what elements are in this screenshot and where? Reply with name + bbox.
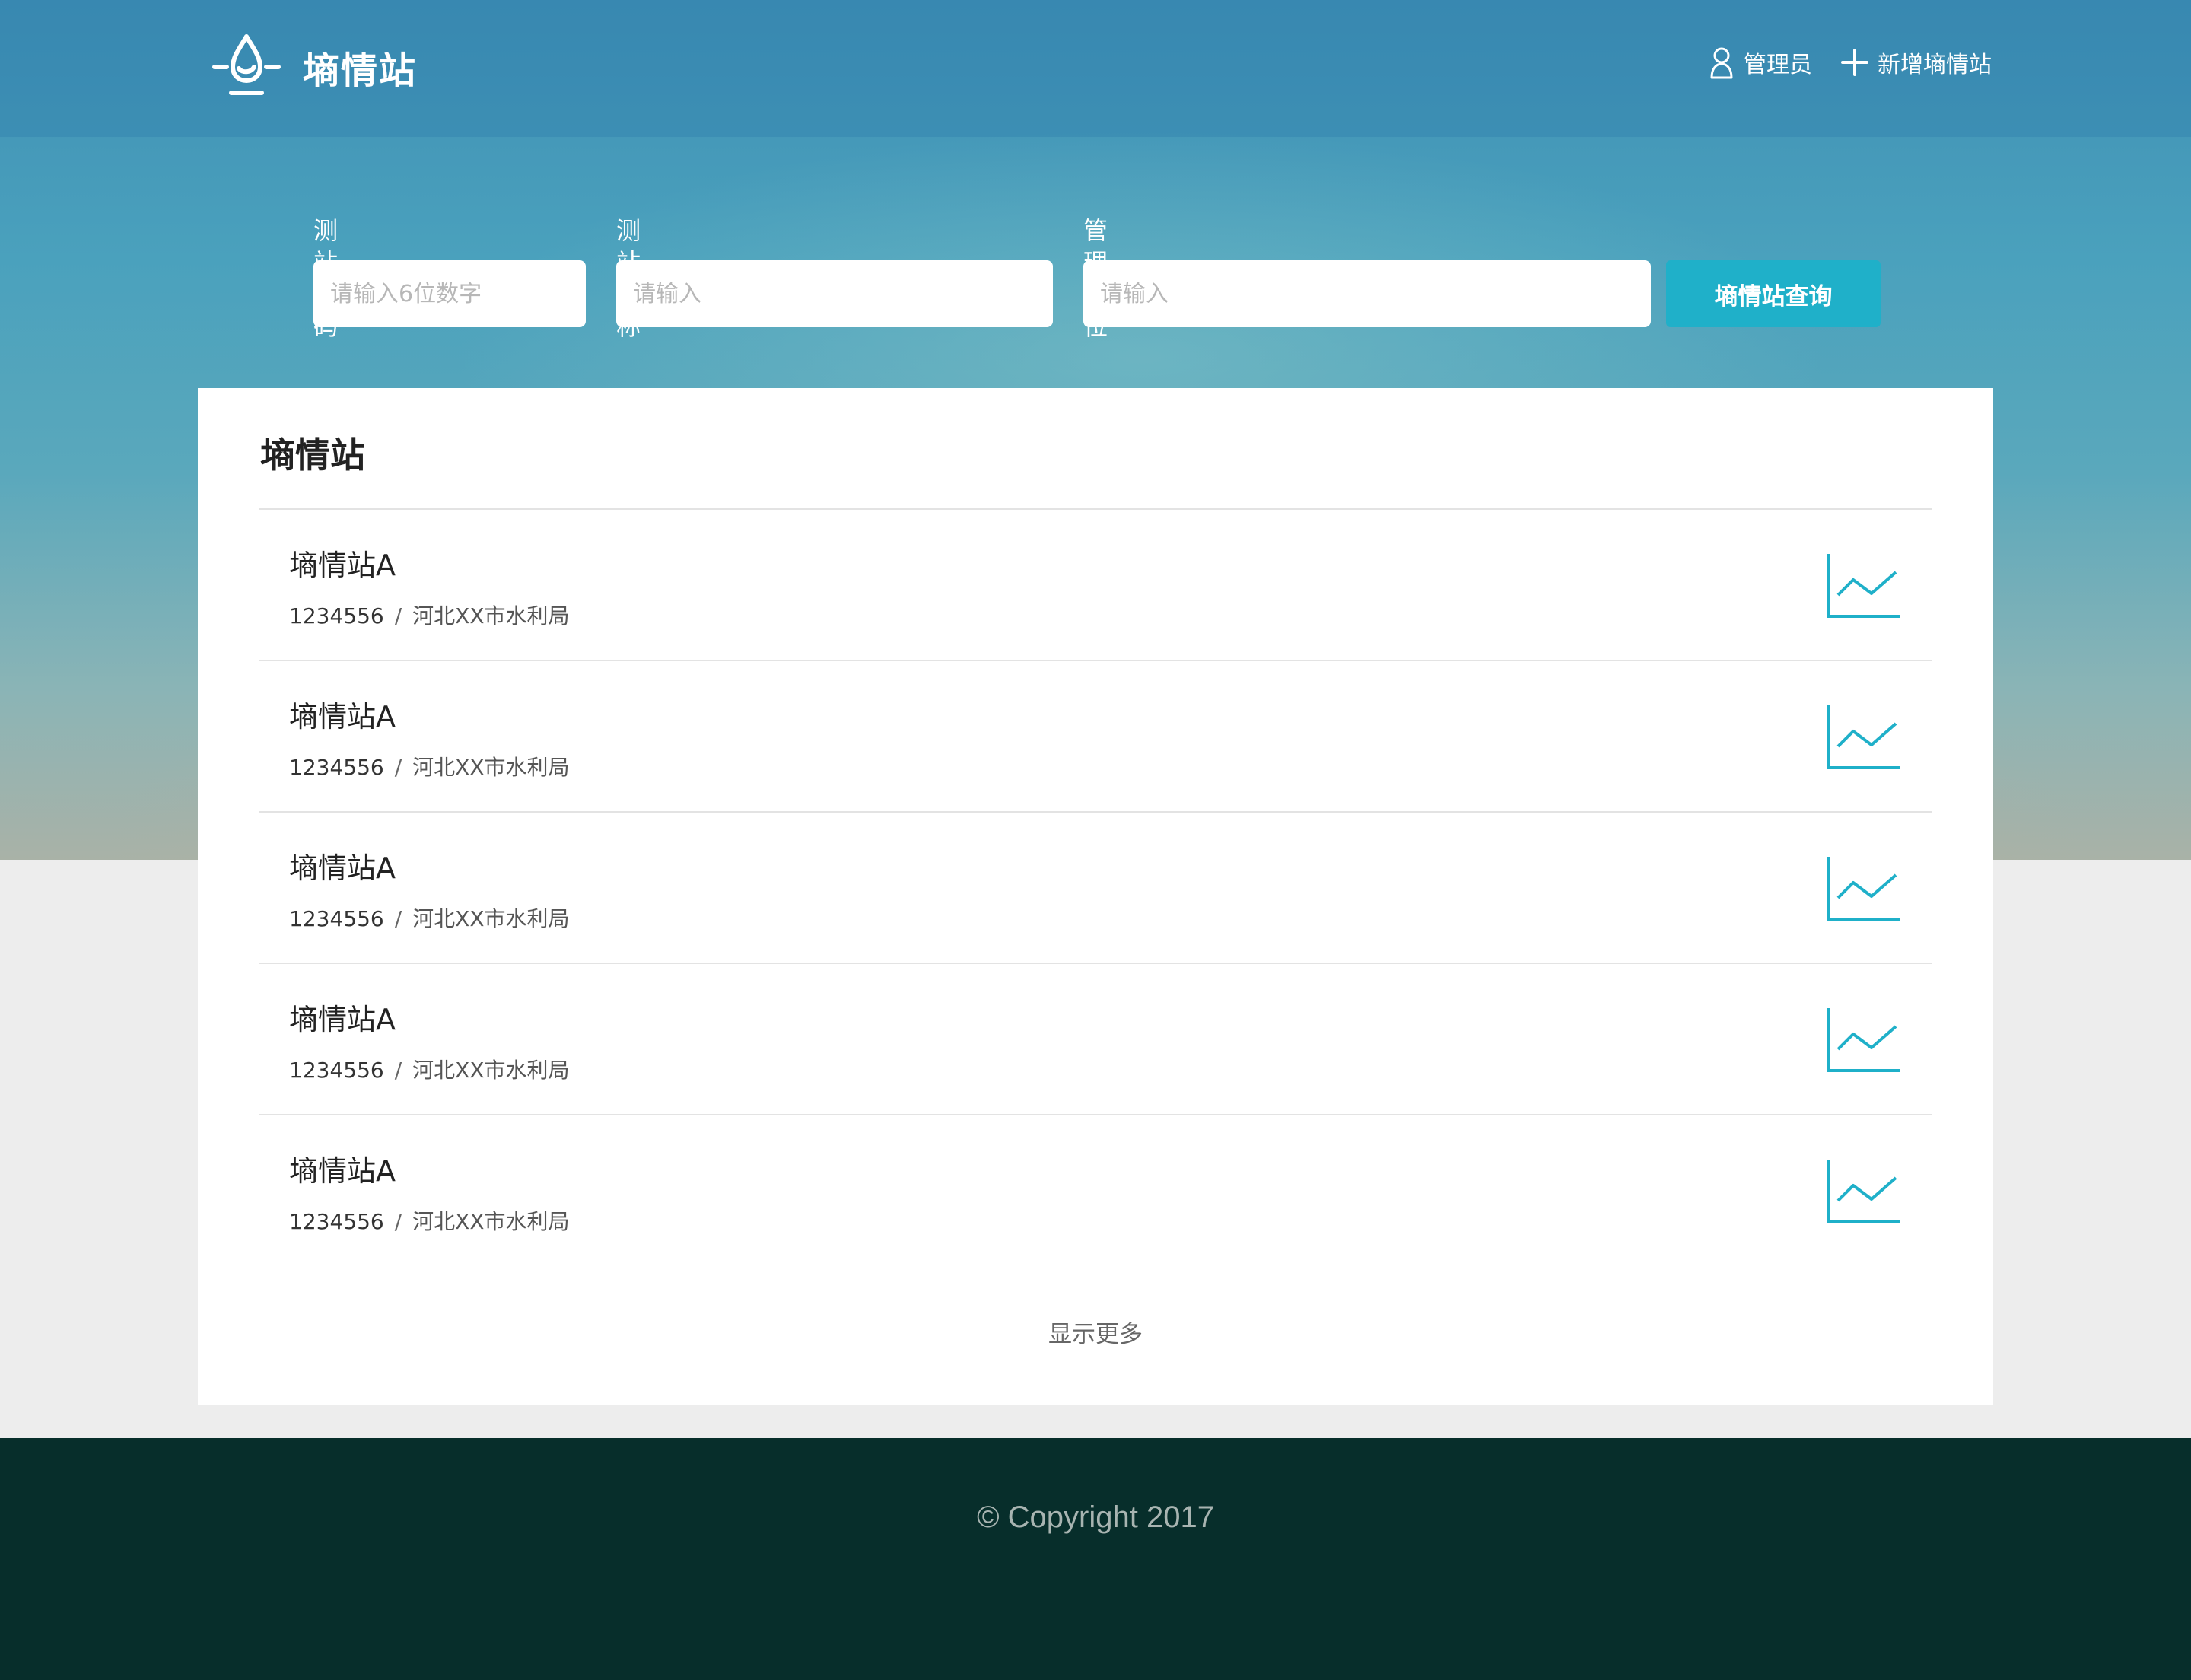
station-meta: 1234556 / 河北XX市水利局 bbox=[289, 751, 570, 781]
station-row[interactable]: 墒情站A 1234556 / 河北XX市水利局 bbox=[259, 660, 1932, 811]
water-drop-logo-icon bbox=[212, 34, 281, 95]
meta-separator: / bbox=[394, 906, 402, 931]
station-list-card: 墒情站 墒情站A 1234556 / 河北XX市水利局 墒情站A 1234556 / 河… bbox=[198, 388, 1993, 1405]
management-unit-label: 管理单位 bbox=[1083, 216, 1108, 341]
station-unit: 河北XX市水利局 bbox=[412, 603, 570, 628]
station-name: 墒情站A bbox=[289, 1003, 396, 1036]
station-unit: 河北XX市水利局 bbox=[412, 755, 570, 780]
meta-separator: / bbox=[394, 603, 402, 628]
station-code: 1234556 bbox=[289, 1209, 384, 1234]
nav-admin-label: 管理员 bbox=[1744, 52, 1812, 78]
line-chart-icon[interactable] bbox=[1826, 854, 1902, 922]
station-name: 墒情站A bbox=[289, 1154, 396, 1188]
station-unit: 河北XX市水利局 bbox=[412, 1209, 570, 1234]
top-bar: 墒情站 管理员 新增墒情站 bbox=[0, 0, 2191, 137]
station-meta: 1234556 / 河北XX市水利局 bbox=[289, 1205, 570, 1236]
brand[interactable]: 墒情站 bbox=[211, 32, 417, 102]
station-unit: 河北XX市水利局 bbox=[412, 1058, 570, 1083]
line-chart-icon[interactable] bbox=[1826, 551, 1902, 619]
user-icon bbox=[1710, 47, 1733, 79]
station-name: 墒情站A bbox=[289, 700, 396, 733]
nav-add-station[interactable]: 新增墒情站 bbox=[1841, 46, 1992, 79]
meta-separator: / bbox=[394, 755, 402, 780]
station-code: 1234556 bbox=[289, 755, 384, 780]
station-code: 1234556 bbox=[289, 1058, 384, 1083]
plus-icon bbox=[1841, 49, 1868, 76]
station-code: 1234556 bbox=[289, 603, 384, 628]
line-chart-icon[interactable] bbox=[1826, 1157, 1902, 1225]
station-row[interactable]: 墒情站A 1234556 / 河北XX市水利局 bbox=[259, 508, 1932, 660]
list-title: 墒情站 bbox=[260, 434, 365, 476]
meta-separator: / bbox=[394, 1058, 402, 1083]
station-meta: 1234556 / 河北XX市水利局 bbox=[289, 902, 570, 933]
station-unit: 河北XX市水利局 bbox=[412, 906, 570, 931]
station-list: 墒情站A 1234556 / 河北XX市水利局 墒情站A 1234556 / 河北XX市… bbox=[259, 508, 1932, 1265]
footer: © Copyright 2017 bbox=[0, 1438, 2191, 1680]
meta-separator: / bbox=[394, 1209, 402, 1234]
nav-admin[interactable]: 管理员 bbox=[1709, 46, 1812, 79]
management-unit-field: 管理单位 bbox=[1083, 215, 1651, 341]
station-name-label: 测站名称 bbox=[616, 216, 641, 341]
station-query-button[interactable]: 墒情站查询 bbox=[1666, 260, 1881, 327]
management-unit-input[interactable] bbox=[1083, 260, 1651, 327]
station-name-field: 测站名称 bbox=[616, 215, 1053, 341]
station-name: 墒情站A bbox=[289, 851, 396, 885]
station-code-label: 测站编码 bbox=[313, 216, 339, 341]
line-chart-icon[interactable] bbox=[1826, 1005, 1902, 1074]
brand-title: 墒情站 bbox=[303, 49, 418, 92]
station-code-input[interactable] bbox=[313, 260, 586, 327]
show-more-link[interactable]: 显示更多 bbox=[198, 1315, 1993, 1349]
station-row[interactable]: 墒情站A 1234556 / 河北XX市水利局 bbox=[259, 811, 1932, 963]
station-row[interactable]: 墒情站A 1234556 / 河北XX市水利局 bbox=[259, 963, 1932, 1114]
line-chart-icon[interactable] bbox=[1826, 702, 1902, 771]
station-meta: 1234556 / 河北XX市水利局 bbox=[289, 1054, 570, 1084]
station-code-field: 测站编码 bbox=[313, 215, 586, 341]
station-meta: 1234556 / 河北XX市水利局 bbox=[289, 600, 570, 630]
station-row[interactable]: 墒情站A 1234556 / 河北XX市水利局 bbox=[259, 1114, 1932, 1265]
station-code: 1234556 bbox=[289, 906, 384, 931]
copyright-text: © Copyright 2017 bbox=[977, 1500, 1214, 1534]
nav-add-station-label: 新增墒情站 bbox=[1878, 52, 1992, 78]
station-name-input[interactable] bbox=[616, 260, 1053, 327]
top-nav: 管理员 新增墒情站 bbox=[1709, 46, 1992, 79]
station-name: 墒情站A bbox=[289, 549, 396, 582]
